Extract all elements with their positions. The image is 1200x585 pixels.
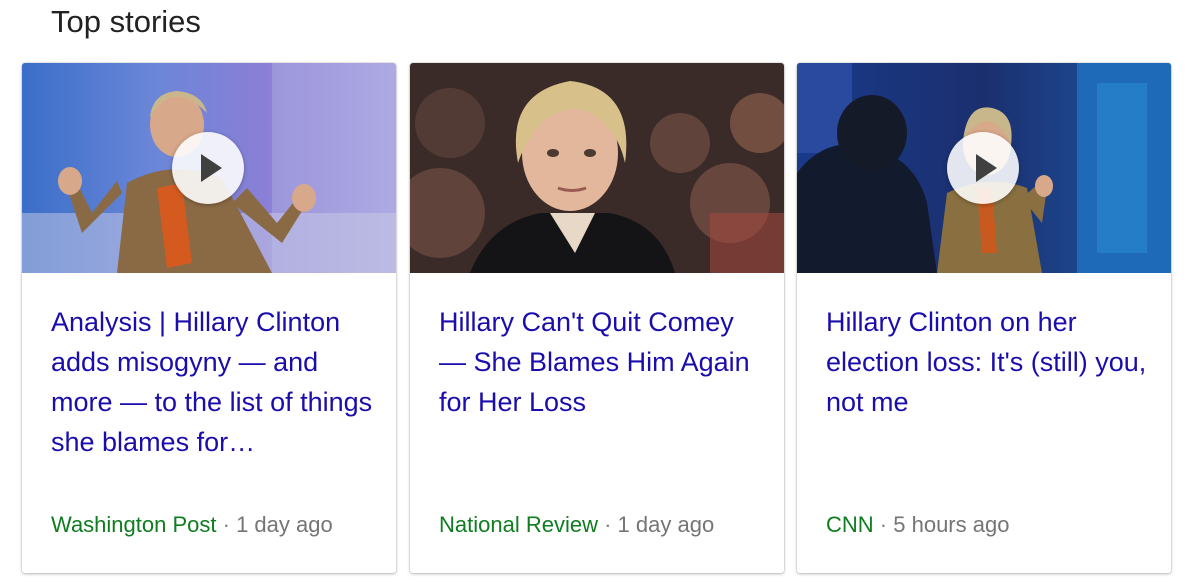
play-button[interactable]	[172, 132, 244, 204]
story-age: 5 hours ago	[893, 512, 1010, 537]
meta-separator: ·	[604, 512, 612, 537]
story-card[interactable]: Analysis | Hillary Clinton adds misogyny…	[22, 63, 396, 573]
story-thumbnail[interactable]	[410, 63, 784, 273]
story-source: Washington Post	[51, 512, 217, 537]
meta-separator: ·	[222, 512, 230, 537]
story-source: CNN	[826, 512, 874, 537]
story-thumbnail[interactable]	[22, 63, 396, 273]
story-meta: CNN · 5 hours ago	[826, 510, 1009, 540]
story-card[interactable]: Hillary Clinton on her election loss: It…	[797, 63, 1171, 573]
story-headline[interactable]: Analysis | Hillary Clinton adds misogyny…	[51, 302, 376, 462]
story-meta: National Review · 1 day ago	[439, 510, 714, 540]
section-title: Top stories	[51, 4, 201, 39]
story-age: 1 day ago	[236, 512, 333, 537]
story-card[interactable]: Hillary Can't Quit Comey — She Blames Hi…	[410, 63, 784, 573]
story-headline[interactable]: Hillary Can't Quit Comey — She Blames Hi…	[439, 302, 764, 422]
meta-separator: ·	[879, 512, 888, 537]
story-meta: Washington Post · 1 day ago	[51, 510, 333, 540]
story-source: National Review	[439, 512, 598, 537]
play-icon	[201, 154, 222, 182]
story-headline[interactable]: Hillary Clinton on her election loss: It…	[826, 302, 1151, 422]
story-thumbnail[interactable]	[797, 63, 1171, 273]
play-button[interactable]	[947, 132, 1019, 204]
play-icon	[976, 154, 997, 182]
story-age: 1 day ago	[617, 512, 715, 537]
